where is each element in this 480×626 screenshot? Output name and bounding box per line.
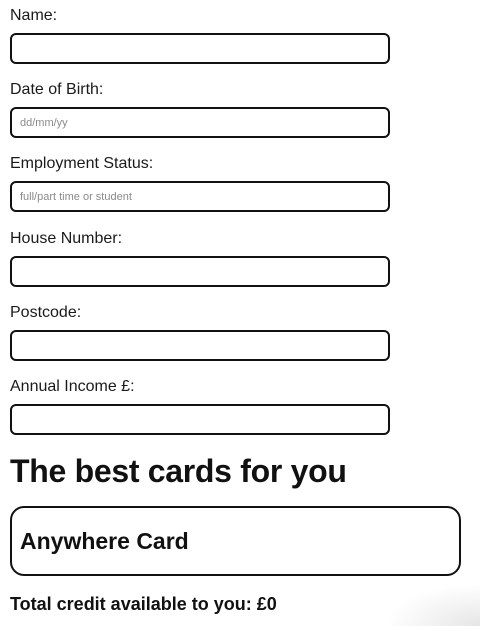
employment-status-input[interactable] (10, 181, 390, 212)
name-label: Name: (10, 7, 58, 24)
date-of-birth-input[interactable] (10, 107, 390, 138)
postcode-input[interactable] (10, 330, 390, 361)
corner-shadow (390, 586, 480, 626)
house-number-input[interactable] (10, 256, 390, 287)
annual-income-label: Annual Income £: (10, 378, 135, 395)
name-input[interactable] (10, 33, 390, 64)
annual-income-input[interactable] (10, 404, 390, 435)
employment-status-label: Employment Status: (10, 155, 154, 172)
best-cards-heading: The best cards for you (10, 453, 347, 489)
card-option-anywhere[interactable]: Anywhere Card (10, 506, 461, 576)
postcode-label: Postcode: (10, 304, 82, 321)
house-number-label: House Number: (10, 230, 123, 247)
total-credit-text: Total credit available to you: £0 (10, 594, 277, 614)
card-name: Anywhere Card (20, 527, 189, 554)
date-of-birth-label: Date of Birth: (10, 81, 104, 98)
credit-card-eligibility-form: Name: Date of Birth: Employment Status: … (0, 0, 480, 626)
